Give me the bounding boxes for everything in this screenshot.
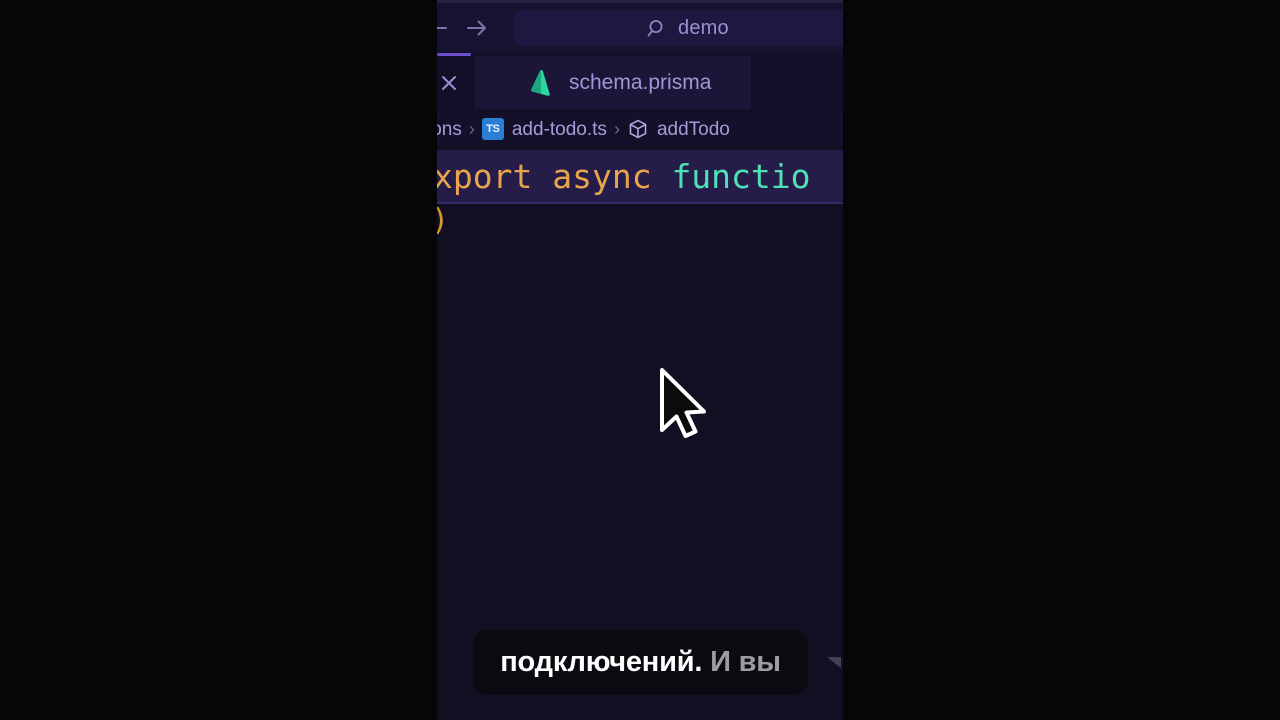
- search-query-text: demo: [678, 17, 729, 39]
- breadcrumb-item-file[interactable]: add-todo.ts: [512, 120, 607, 139]
- tab-schema-prisma[interactable]: schema.prisma: [475, 56, 751, 109]
- typescript-file-icon: TS: [481, 118, 504, 140]
- code-token-space-2: [652, 157, 672, 196]
- symbol-cube-icon: [629, 119, 647, 139]
- device-viewport: demo schema.prisma ions ›: [437, 0, 843, 720]
- breadcrumb: ions › TS add-todo.ts › addTodo: [437, 112, 843, 146]
- code-token-space-1: [532, 157, 552, 196]
- breadcrumb-item-folder[interactable]: ions: [437, 120, 462, 139]
- code-token-orphan: ): [437, 206, 449, 236]
- code-token-export: xport: [437, 156, 533, 196]
- tab-label: schema.prisma: [569, 71, 712, 94]
- search-input[interactable]: demo: [514, 10, 843, 46]
- breadcrumb-item-symbol[interactable]: addTodo: [657, 120, 730, 139]
- search-icon: [647, 19, 663, 37]
- back-arrow-icon[interactable]: [437, 15, 455, 41]
- code-token-async: async: [552, 156, 652, 196]
- screen-stage: demo schema.prisma ions ›: [0, 0, 1280, 720]
- scroll-edge-artifact: [827, 657, 843, 679]
- letterbox-left: [0, 0, 437, 720]
- code-active-line[interactable]: xport async functio: [437, 150, 843, 204]
- browser-chrome: demo: [437, 3, 843, 52]
- code-token-function: functio: [671, 156, 811, 196]
- caption-pending-text: И вы: [702, 646, 781, 678]
- letterbox-right: [843, 0, 1280, 720]
- tab-active-indicator: [437, 53, 471, 56]
- prisma-logo-icon: [531, 69, 550, 96]
- subtitle-caption: подключений. И вы: [473, 630, 808, 695]
- forward-arrow-icon[interactable]: [464, 15, 490, 41]
- breadcrumb-separator: ›: [468, 119, 475, 139]
- tab-strip: schema.prisma: [437, 52, 843, 112]
- caption-spoken-text: подключений.: [500, 646, 703, 678]
- close-icon[interactable]: [437, 68, 464, 98]
- breadcrumb-separator-2: ›: [613, 119, 620, 139]
